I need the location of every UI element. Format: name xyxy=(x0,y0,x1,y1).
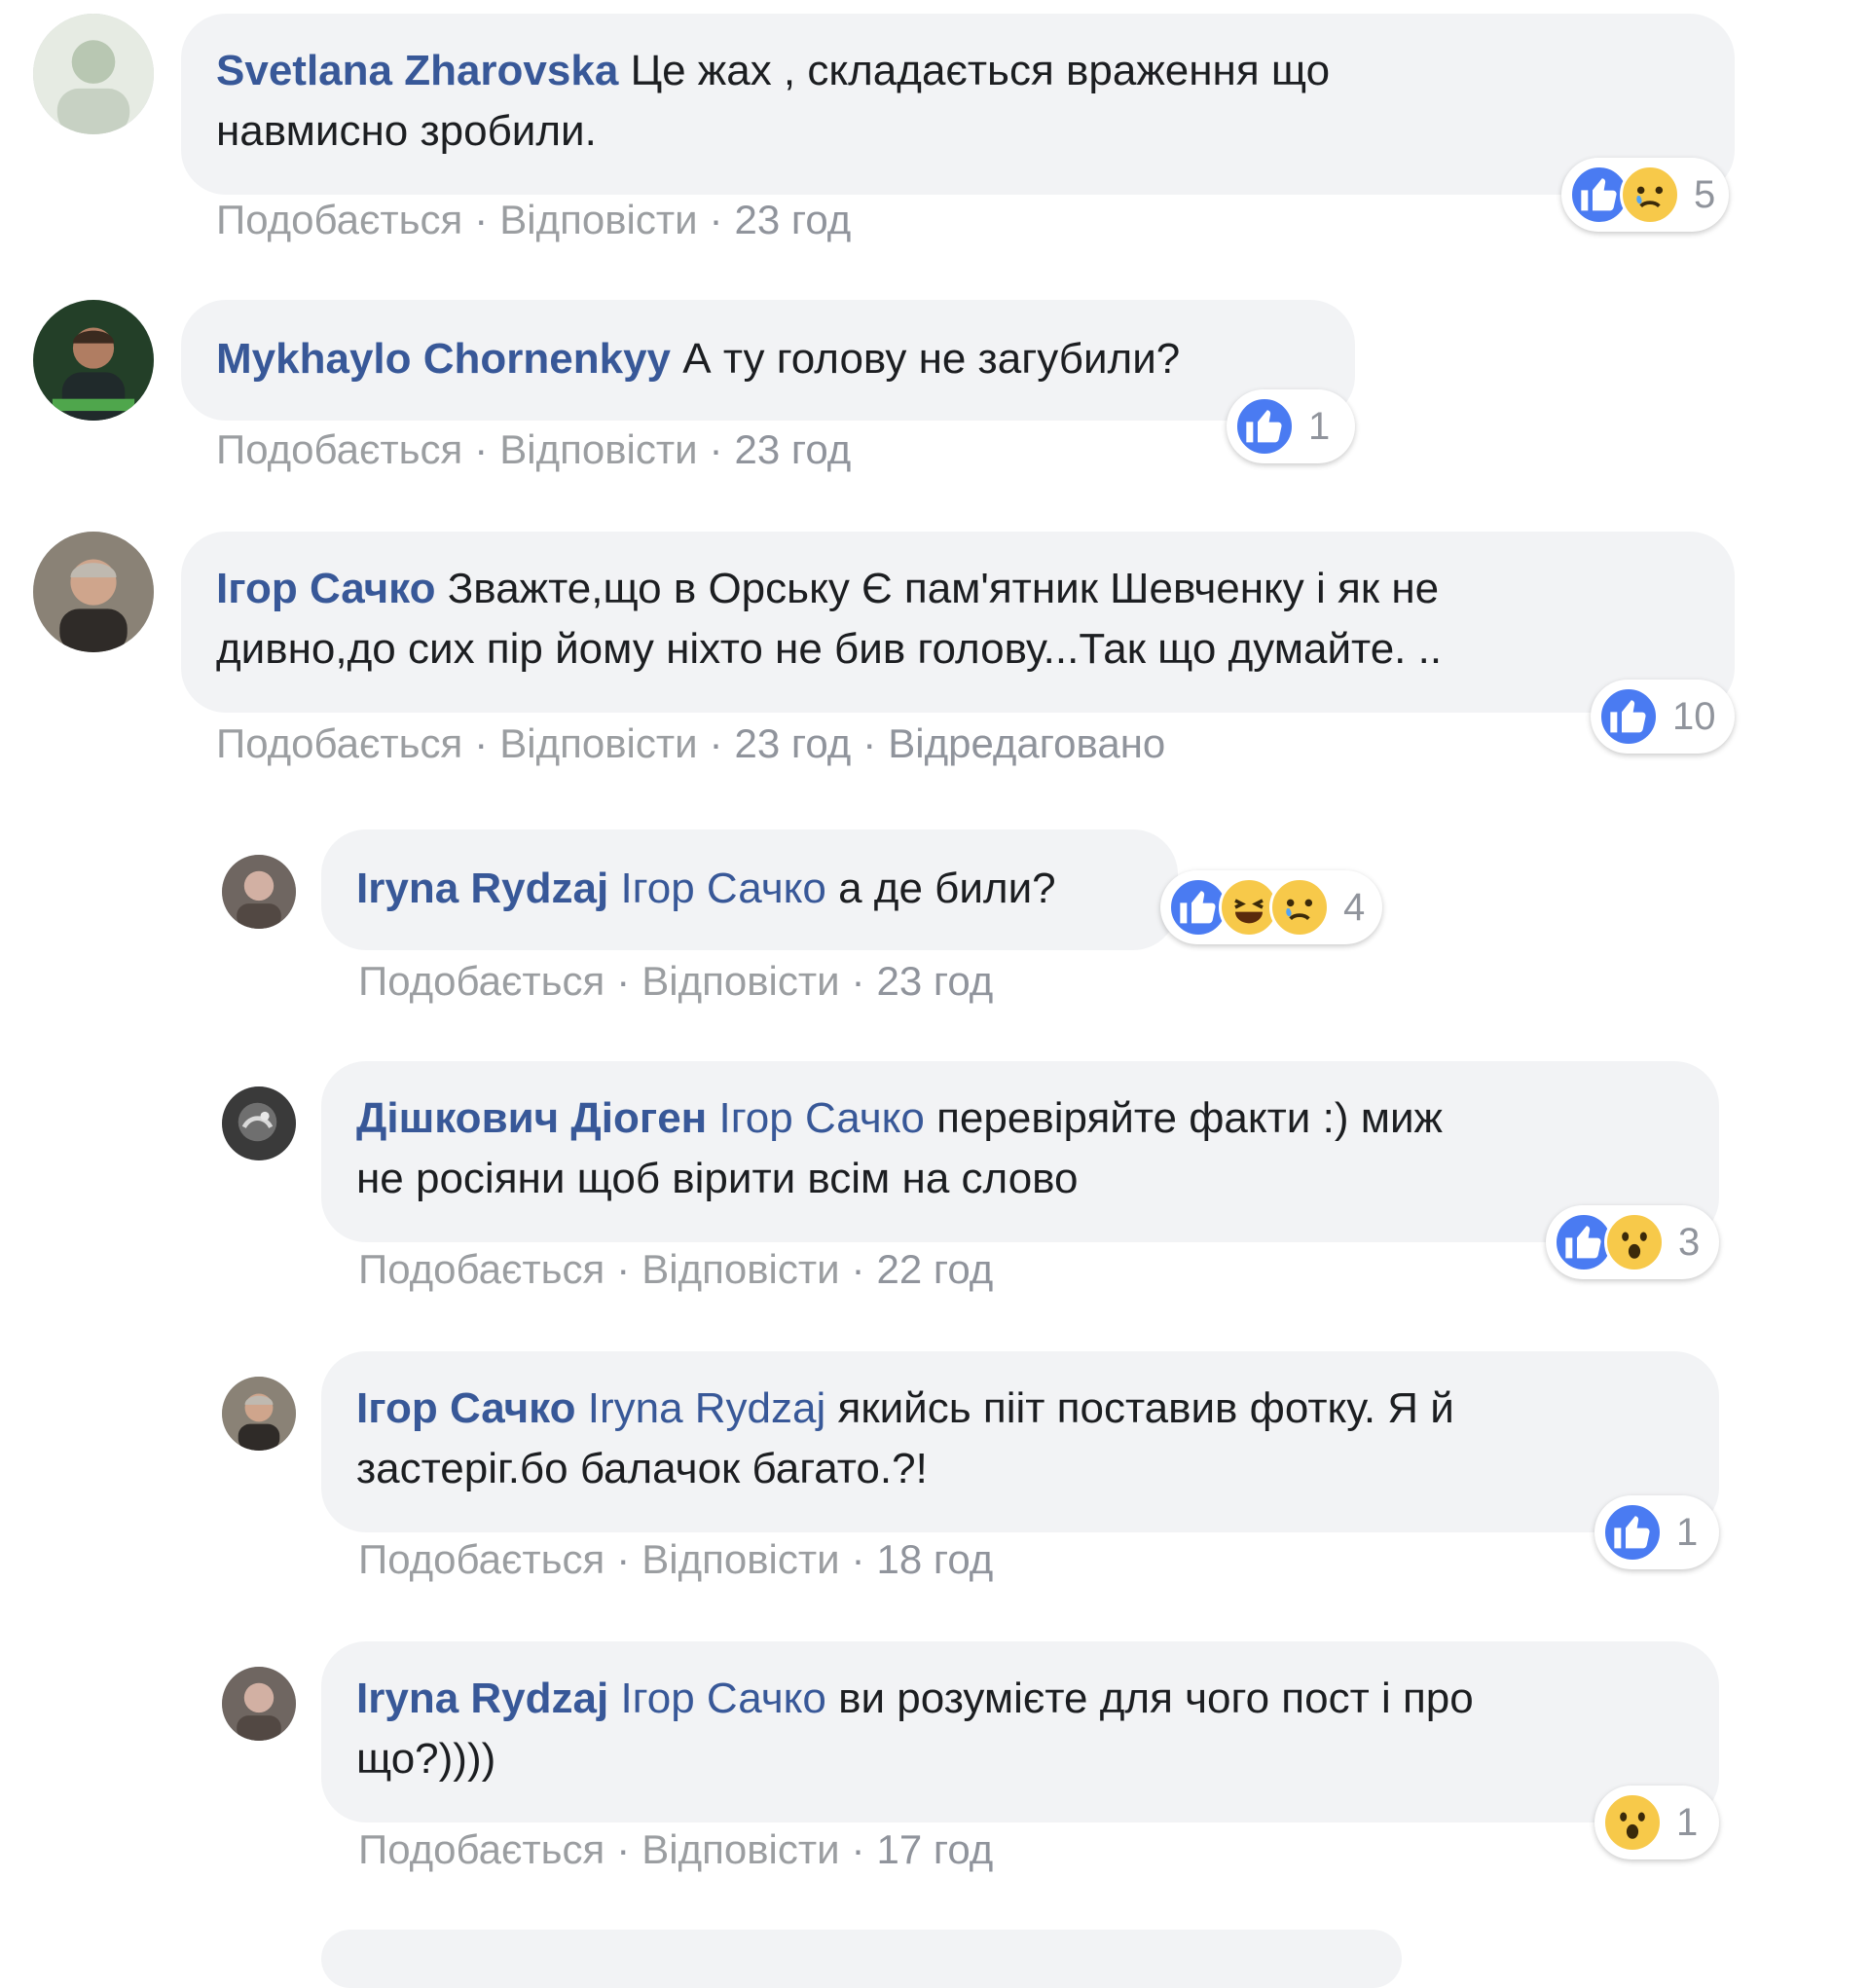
reply-link[interactable]: Відповісти xyxy=(499,720,697,766)
reply-mention[interactable]: Ігор Сачко xyxy=(718,1094,924,1142)
timestamp[interactable]: 23 год xyxy=(735,197,852,242)
comment-author[interactable]: Svetlana Zharovska xyxy=(216,47,618,94)
wow-reaction-icon xyxy=(1602,1792,1663,1853)
comment-text: Це жах , складається враження що xyxy=(630,47,1331,94)
reply-bubble: Iryna Rydzaj Ігор Сачко а де били? xyxy=(321,829,1178,950)
timestamp[interactable]: 18 год xyxy=(877,1536,994,1582)
reply-link[interactable]: Відповісти xyxy=(641,1246,839,1292)
timestamp[interactable]: 23 год xyxy=(877,958,994,1004)
like-reaction-icon xyxy=(1602,1502,1663,1563)
reply-text: якийсь пііт поставив фотку. Я й xyxy=(837,1384,1454,1432)
comment-bubble: Mykhaylo Chornenkyy А ту голову не загуб… xyxy=(181,300,1355,421)
like-link[interactable]: Подобається xyxy=(358,958,605,1004)
avatar[interactable] xyxy=(33,14,154,134)
like-link[interactable]: Подобається xyxy=(216,720,462,766)
comment-actions: Подобається · Відповісти · 23 год · Відредагов… xyxy=(216,720,1166,766)
comment-actions: Подобається · Відповісти · 23 год xyxy=(216,197,852,242)
comment-author[interactable]: Mykhaylo Chornenkyy xyxy=(216,335,671,383)
reactions-summary[interactable]: 3 xyxy=(1546,1205,1719,1279)
timestamp[interactable]: 23 год xyxy=(735,426,852,472)
avatar[interactable] xyxy=(33,532,154,652)
comment-actions: Подобається · Відповісти · 23 год xyxy=(216,426,852,472)
comment-bubble: Ігор Сачко Зважте,що в Орську Є пам'ятни… xyxy=(181,532,1735,713)
like-link[interactable]: Подобається xyxy=(358,1246,605,1292)
reply-actions: Подобається · Відповісти · 23 год xyxy=(358,958,994,1004)
sad-reaction-icon xyxy=(1620,165,1680,225)
timestamp[interactable]: 22 год xyxy=(877,1246,994,1292)
reply-link[interactable]: Відповісти xyxy=(499,426,697,472)
reply-author[interactable]: Iryna Rydzaj xyxy=(356,1675,608,1722)
comment-bubble: Svetlana Zharovska Це жах , складається … xyxy=(181,14,1735,195)
reply-text: а де били? xyxy=(838,865,1056,912)
reaction-count: 10 xyxy=(1672,694,1716,738)
comment-text: Зважте,що в Орську Є пам'ятник Шевченку … xyxy=(447,565,1440,612)
reactions-summary[interactable]: 1 xyxy=(1227,389,1355,463)
reaction-count: 1 xyxy=(1308,404,1331,448)
comment-text: А ту голову не загубили? xyxy=(682,335,1181,383)
reply-author[interactable]: Дішкович Діоген xyxy=(356,1094,707,1142)
reply-actions: Подобається · Відповісти · 18 год xyxy=(358,1536,994,1582)
reply-link[interactable]: Відповісти xyxy=(641,1536,839,1582)
reaction-count: 1 xyxy=(1676,1510,1699,1554)
reply-actions: Подобається · Відповісти · 22 год xyxy=(358,1246,994,1292)
like-link[interactable]: Подобається xyxy=(358,1826,605,1872)
wow-reaction-icon xyxy=(1604,1212,1665,1272)
comment-author[interactable]: Ігор Сачко xyxy=(216,565,436,612)
avatar[interactable] xyxy=(222,855,296,929)
like-link[interactable]: Подобається xyxy=(358,1536,605,1582)
avatar[interactable] xyxy=(33,300,154,421)
edited-label[interactable]: Відредаговано xyxy=(888,720,1165,766)
reply-text: ви розумієте для чого пост і про xyxy=(838,1675,1474,1722)
reply-mention[interactable]: Iryna Rydzaj xyxy=(588,1384,826,1432)
reply-mention[interactable]: Ігор Сачко xyxy=(620,865,825,912)
reply-mention[interactable]: Ігор Сачко xyxy=(620,1675,825,1722)
comment-text: навмисно зробили. xyxy=(216,107,597,155)
like-link[interactable]: Подобається xyxy=(216,426,462,472)
reply-text: перевіряйте факти :) миж xyxy=(936,1094,1443,1142)
reactions-summary[interactable]: 1 xyxy=(1594,1786,1719,1859)
like-link[interactable]: Подобається xyxy=(216,197,462,242)
reply-author[interactable]: Iryna Rydzaj xyxy=(356,865,608,912)
avatar[interactable] xyxy=(222,1667,296,1741)
timestamp[interactable]: 23 год xyxy=(735,720,852,766)
reply-link[interactable]: Відповісти xyxy=(641,958,839,1004)
timestamp[interactable]: 17 год xyxy=(877,1826,994,1872)
reply-author[interactable]: Ігор Сачко xyxy=(356,1384,576,1432)
reply-text: не росіяни щоб вірити всім на слово xyxy=(356,1155,1079,1202)
reply-bubble: Iryna Rydzaj Ігор Сачко ви розумієте для… xyxy=(321,1641,1719,1822)
avatar[interactable] xyxy=(222,1377,296,1451)
reply-actions: Подобається · Відповісти · 17 год xyxy=(358,1826,994,1872)
sad-reaction-icon xyxy=(1269,877,1330,938)
next-reply-bubble xyxy=(321,1930,1402,1988)
reactions-summary[interactable]: 10 xyxy=(1591,680,1735,754)
reply-text: застеріг.бо балачок багато.?! xyxy=(356,1445,928,1492)
reply-link[interactable]: Відповісти xyxy=(641,1826,839,1872)
like-reaction-icon xyxy=(1234,396,1295,457)
reactions-summary[interactable]: 1 xyxy=(1594,1495,1719,1569)
reply-bubble: Ігор Сачко Iryna Rydzaj якийсь пііт пост… xyxy=(321,1351,1719,1532)
like-reaction-icon xyxy=(1598,686,1659,747)
reactions-summary[interactable]: 5 xyxy=(1561,158,1729,232)
reaction-count: 1 xyxy=(1676,1800,1699,1844)
reaction-count: 3 xyxy=(1678,1220,1701,1264)
reactions-summary[interactable]: 4 xyxy=(1160,870,1382,944)
reaction-count: 4 xyxy=(1343,885,1366,929)
comment-text: дивно,до сих пір йому ніхто не бив голов… xyxy=(216,625,1443,673)
avatar[interactable] xyxy=(222,1086,296,1160)
reply-link[interactable]: Відповісти xyxy=(499,197,697,242)
reply-bubble: Дішкович Діоген Ігор Сачко перевіряйте ф… xyxy=(321,1061,1719,1242)
reply-text: що?)))) xyxy=(356,1735,496,1783)
reaction-count: 5 xyxy=(1694,172,1716,216)
